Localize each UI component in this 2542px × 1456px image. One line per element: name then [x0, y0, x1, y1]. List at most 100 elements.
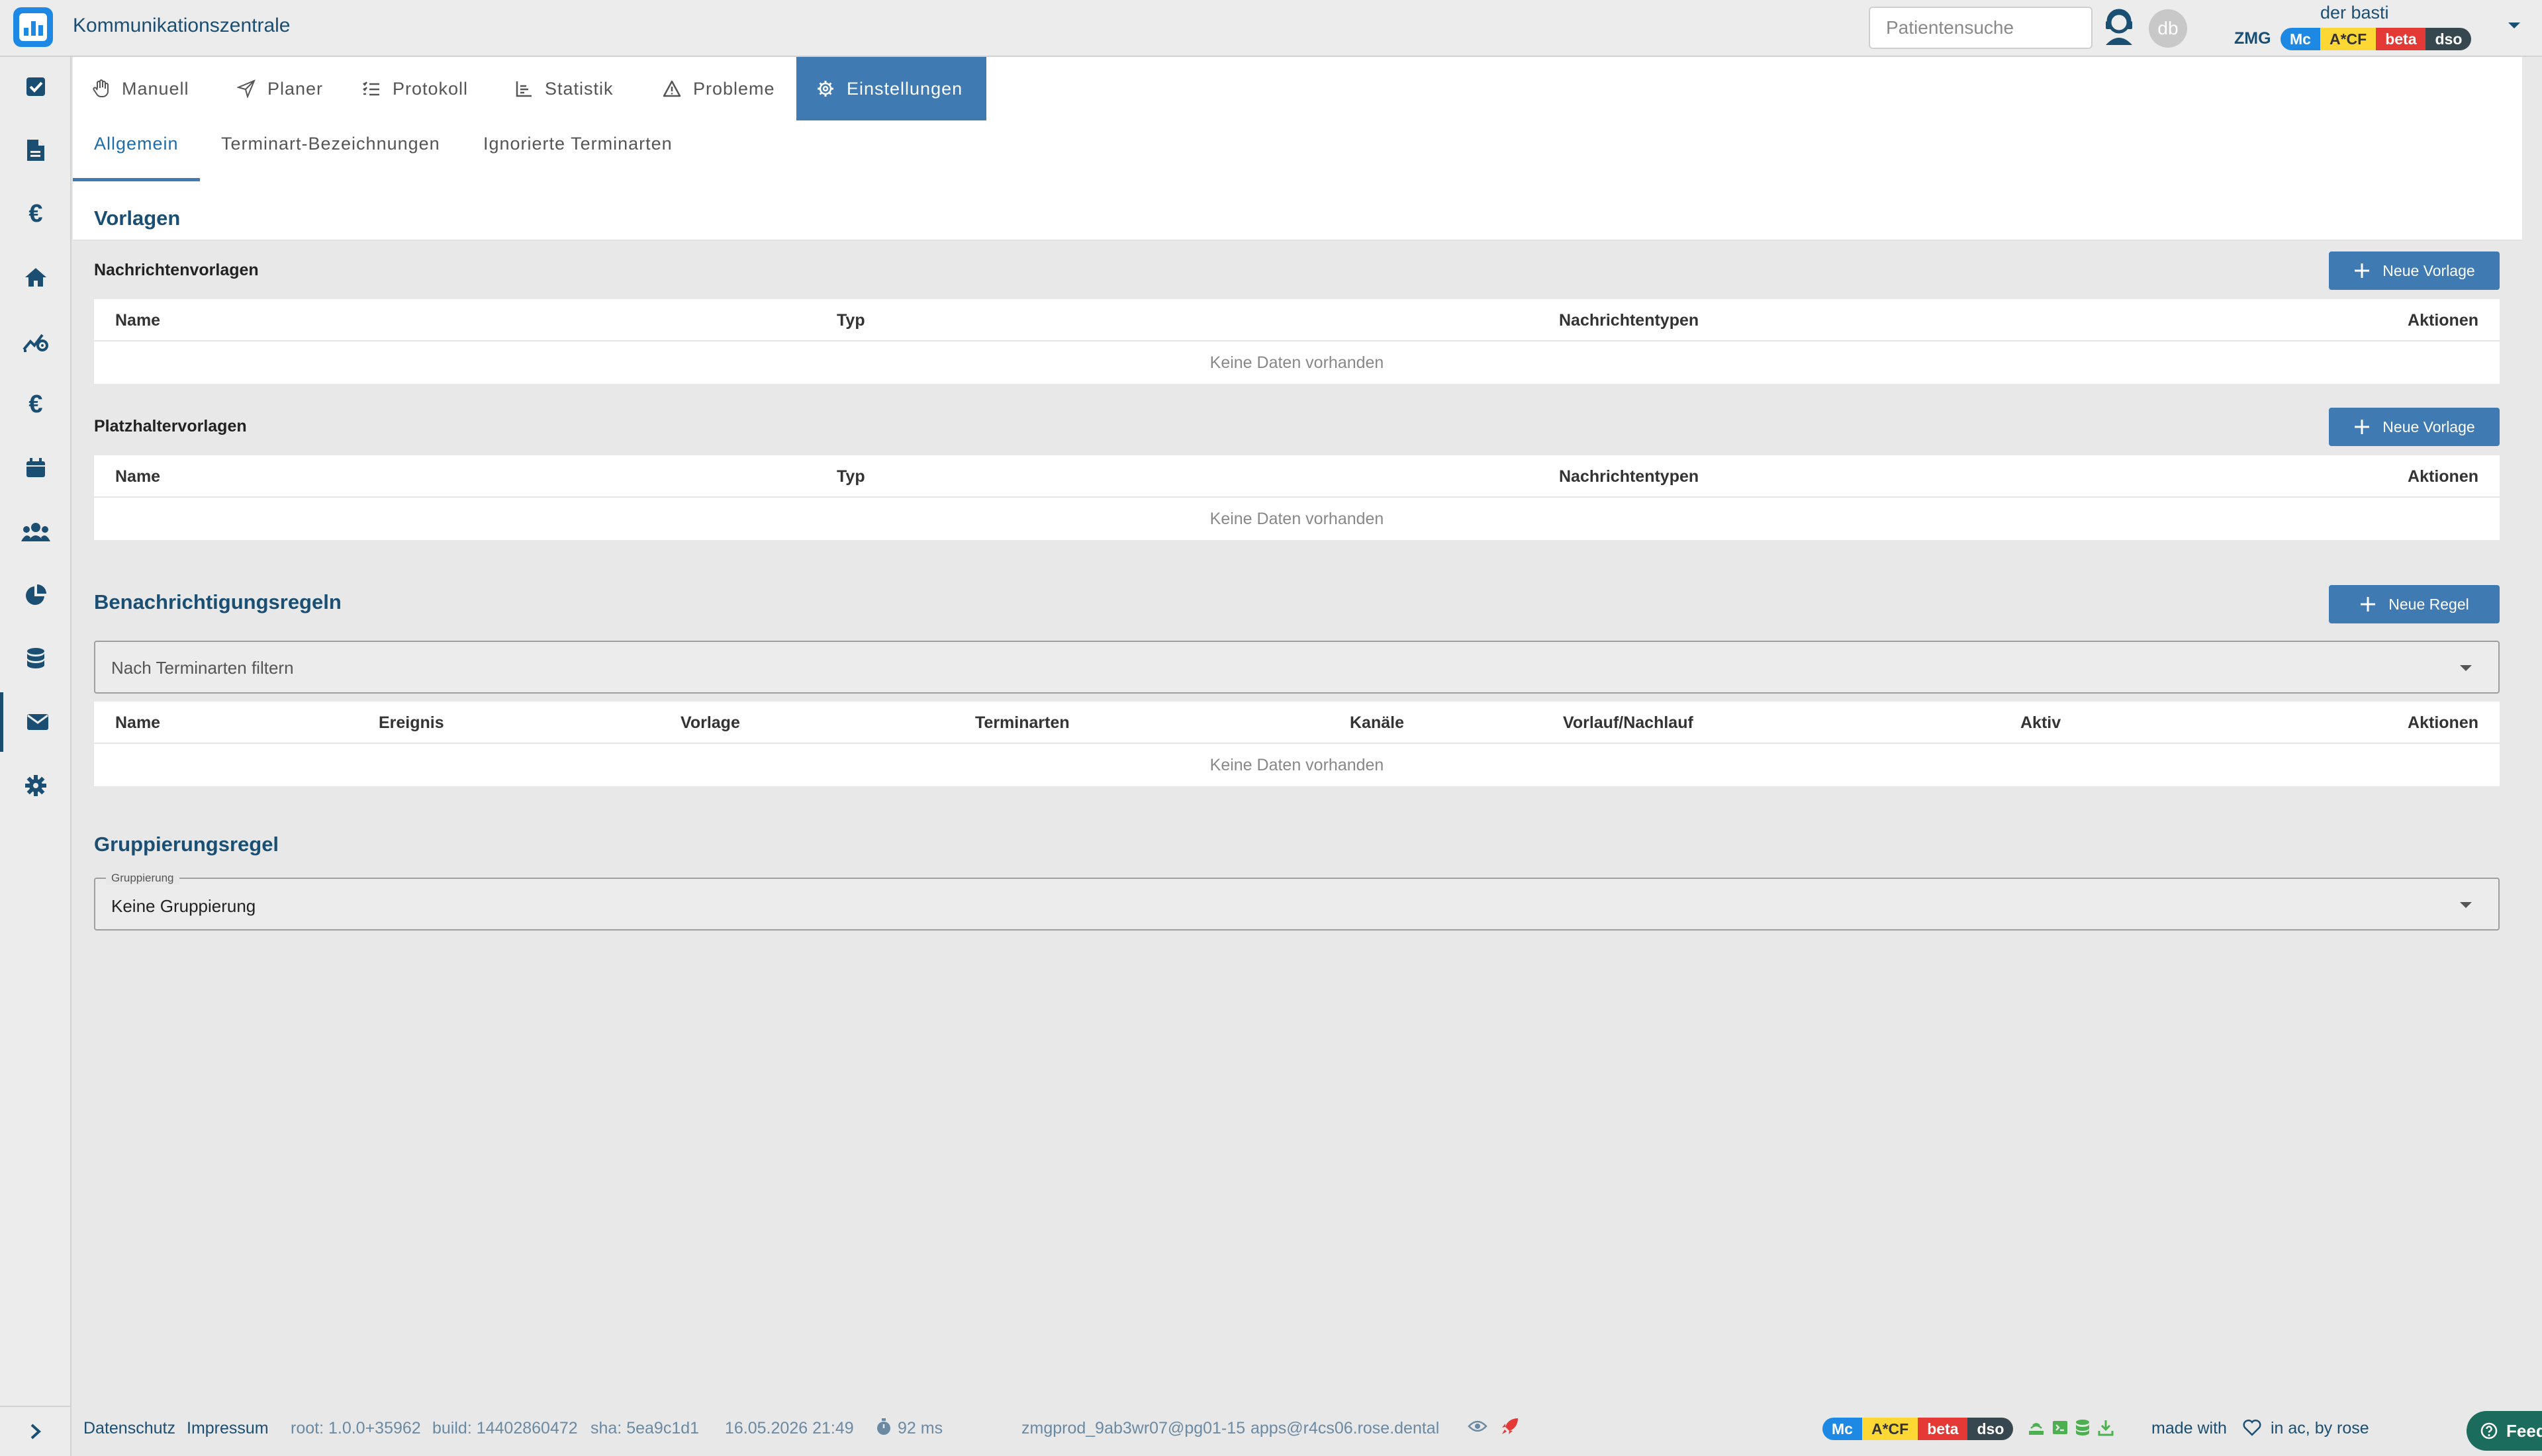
column-kanaele[interactable]: Kanäle: [1350, 713, 1404, 733]
sidebar-item-calendar[interactable]: [0, 438, 71, 498]
badge-mc: Mc: [1822, 1418, 1862, 1440]
checkbox-icon: [25, 76, 46, 97]
dropdown-caret-icon: [2459, 664, 2473, 673]
sidebar-item-reports[interactable]: [0, 565, 71, 625]
home-icon: [24, 267, 48, 288]
sidebar-item-team[interactable]: [0, 502, 71, 561]
tab-statistik[interactable]: Statistik: [496, 57, 634, 120]
support-agent-icon[interactable]: [2102, 8, 2136, 46]
latency: 92 ms: [898, 1419, 943, 1437]
chart-icon: [516, 80, 533, 97]
datenschutz-link[interactable]: Datenschutz: [83, 1419, 175, 1438]
gruppierung-select[interactable]: Gruppierung Keine Gruppierung: [94, 872, 2500, 931]
tab-probleme[interactable]: Probleme: [643, 57, 795, 120]
sidebar-item-finance[interactable]: €: [0, 375, 71, 434]
euro-icon: €: [28, 390, 43, 418]
help-circle-icon: [2480, 1422, 2498, 1440]
tab-planer[interactable]: Planer: [217, 57, 343, 120]
sidebar-item-billing[interactable]: €: [0, 184, 71, 244]
primary-tabs: Manuell Planer Protokoll Statistik Probl…: [73, 57, 2522, 120]
chevron-right-icon: [30, 1423, 42, 1440]
tab-statistik-label: Statistik: [545, 78, 614, 99]
benachrichtigungsregeln-table: Name Ereignis Vorlage Terminarten Kanäle…: [94, 702, 2500, 786]
gruppierung-field-label: Gruppierung: [106, 872, 179, 885]
tab-terminart-bezeichnungen[interactable]: Terminart-Bezeichnungen: [221, 134, 440, 154]
tab-protokoll-label: Protokoll: [393, 78, 469, 99]
platzhaltervorlagen-table: Name Typ Nachrichtentypen Aktionen Keine…: [94, 455, 2500, 540]
database-status-icon: [2075, 1419, 2091, 1436]
column-vorlage[interactable]: Vorlage: [681, 713, 740, 733]
sidebar-item-home[interactable]: [0, 248, 71, 307]
column-name[interactable]: Name: [115, 311, 160, 330]
network-status-icon: [2028, 1419, 2045, 1436]
gruppierung-value: Keine Gruppierung: [111, 896, 256, 916]
sidebar: € €: [0, 57, 71, 1456]
impressum-link[interactable]: Impressum: [187, 1419, 269, 1438]
new-message-template-button[interactable]: Neue Vorlage: [2329, 251, 2500, 290]
app-title: Kommunikationszentrale: [73, 15, 291, 36]
column-aktiv[interactable]: Aktiv: [2020, 713, 2061, 733]
db-instance: zmgprod_9ab3wr07@pg01-15: [1021, 1419, 1246, 1437]
column-nachrichtentypen[interactable]: Nachrichtentypen: [1559, 311, 1699, 330]
footer: Datenschutz Impressum root: 1.0.0+35962 …: [73, 1402, 2542, 1456]
badge-group: Mc A*CF beta dso: [2281, 28, 2472, 50]
column-name[interactable]: Name: [115, 467, 160, 486]
tab-allgemein[interactable]: Allgemein: [94, 134, 179, 154]
euro-icon: €: [28, 199, 43, 228]
user-name[interactable]: der basti: [2320, 3, 2389, 23]
tab-einstellungen-label: Einstellungen: [847, 78, 963, 99]
column-ereignis[interactable]: Ereignis: [379, 713, 444, 733]
section-title-benachrichtigungsregeln: Benachrichtigungsregeln: [94, 590, 342, 614]
column-aktionen: Aktionen: [2408, 467, 2478, 486]
footer-badge-group: Mc A*CF beta dso: [1822, 1418, 2014, 1440]
terminal-status-icon: [2051, 1419, 2069, 1436]
button-label: Neue Vorlage: [2382, 418, 2475, 435]
sidebar-item-documents[interactable]: [0, 120, 71, 180]
platzhaltervorlagen-title: Platzhaltervorlagen: [94, 417, 247, 435]
app-logo[interactable]: [13, 7, 53, 47]
section-title-vorlagen: Vorlagen: [94, 206, 181, 230]
sidebar-item-settings[interactable]: [0, 756, 71, 815]
column-aktionen: Aktionen: [2408, 311, 2478, 330]
sidebar-item-database[interactable]: [0, 629, 71, 688]
badge-dso: dso: [1967, 1418, 2014, 1440]
pie-chart-icon: [24, 584, 47, 606]
column-typ[interactable]: Typ: [837, 467, 865, 486]
sidebar-item-analytics[interactable]: [0, 311, 71, 371]
column-vorlauf-nachlauf[interactable]: Vorlauf/Nachlauf: [1563, 713, 1693, 733]
gear-icon: [24, 774, 47, 797]
column-name[interactable]: Name: [115, 713, 160, 733]
eye-icon[interactable]: [1468, 1420, 1487, 1433]
column-nachrichtentypen[interactable]: Nachrichtentypen: [1559, 467, 1699, 486]
new-placeholder-template-button[interactable]: Neue Vorlage: [2329, 408, 2500, 446]
root-version: root: 1.0.0+35962: [291, 1419, 421, 1437]
made-by-text: in ac, by rose: [2271, 1419, 2369, 1437]
new-rule-button[interactable]: Neue Regel: [2329, 585, 2500, 623]
sidebar-item-messages[interactable]: [0, 692, 71, 752]
sha: sha: 5ea9c1d1: [590, 1419, 700, 1437]
patient-search-input[interactable]: [1869, 7, 2093, 49]
tab-manuell[interactable]: Manuell: [73, 57, 209, 120]
column-typ[interactable]: Typ: [837, 311, 865, 330]
avatar[interactable]: db: [2149, 9, 2187, 48]
stopwatch-icon: [875, 1418, 892, 1436]
tab-ignorierte-terminarten[interactable]: Ignorierte Terminarten: [483, 134, 673, 154]
sidebar-item-tasks[interactable]: [0, 57, 71, 116]
feedback-button[interactable]: Feedback: [2467, 1411, 2542, 1451]
calendar-icon: [25, 457, 46, 478]
badge-beta: beta: [2376, 28, 2426, 50]
rocket-icon[interactable]: [1501, 1417, 1519, 1435]
user-menu-caret-icon[interactable]: [2507, 21, 2521, 30]
mail-icon: [26, 713, 49, 731]
tab-protokoll[interactable]: Protokoll: [342, 57, 488, 120]
plus-icon: [2353, 262, 2371, 279]
table-header: Name Ereignis Vorlage Terminarten Kanäle…: [94, 702, 2500, 744]
sidebar-expand-button[interactable]: [0, 1406, 71, 1456]
plus-icon: [2353, 418, 2371, 435]
tab-einstellungen[interactable]: Einstellungen: [796, 57, 986, 120]
terminarten-filter-select[interactable]: Nach Terminarten filtern: [94, 641, 2500, 694]
users-icon: [21, 522, 50, 541]
column-terminarten[interactable]: Terminarten: [975, 713, 1070, 733]
tab-probleme-label: Probleme: [693, 78, 775, 99]
button-label: Neue Regel: [2388, 595, 2469, 613]
